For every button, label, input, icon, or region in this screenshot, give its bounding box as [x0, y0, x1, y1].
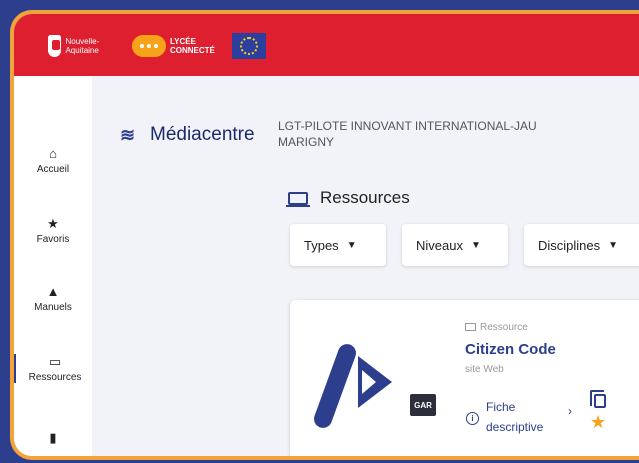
chevron-down-icon: ▼ — [346, 239, 357, 251]
mediacentre-logo-icon: ≋ — [120, 124, 136, 145]
fiche-descriptive-link[interactable]: Fiche descriptive — [486, 397, 566, 437]
resource-type: Ressource — [465, 322, 528, 333]
region-logo-text: Nouvelle-Aquitaine — [65, 37, 100, 55]
section-header: Ressources — [286, 188, 410, 208]
filter-label: Disciplines — [538, 237, 601, 253]
graduation-cap-icon: ▲ — [46, 284, 60, 299]
brand-title: Médiacentre — [150, 124, 255, 145]
resource-card[interactable]: GAR Ressource Citizen Code site Web i Fi… — [290, 300, 639, 456]
sidebar-item-label: Ressources — [28, 372, 82, 383]
main-content: ≋ Médiacentre LGT-PILOTE INNOVANT INTERN… — [92, 76, 639, 456]
speech-bubble-icon — [132, 35, 166, 57]
region-shield-icon — [48, 35, 62, 57]
lycee-connecte-logo[interactable]: LYCÉE CONNECTÉ — [132, 34, 220, 58]
region-logo[interactable]: Nouvelle-Aquitaine — [48, 34, 122, 58]
sidebar-item-ressources[interactable]: ▭ Ressources — [14, 354, 94, 383]
filter-types[interactable]: Types ▼ — [290, 224, 386, 266]
home-icon: ⌂ — [49, 146, 57, 161]
school-name-line1: LGT-PILOTE INNOVANT INTERNATIONAL-JAU — [278, 119, 537, 133]
citizen-code-logo-chevron — [358, 356, 392, 408]
citizen-code-logo-slash — [311, 341, 359, 431]
lycee-logo-line1: LYCÉE — [170, 37, 196, 46]
resource-type-label: Ressource — [480, 322, 528, 333]
filter-niveaux[interactable]: Niveaux ▼ — [402, 224, 508, 266]
chevron-right-icon[interactable]: › — [568, 404, 572, 418]
sidebar-item-label: Favoris — [36, 234, 70, 245]
info-icon[interactable]: i — [466, 412, 479, 425]
laptop-icon — [286, 191, 310, 207]
sidebar-item-manuels[interactable]: ▲ Manuels — [14, 284, 92, 313]
chevron-down-icon: ▼ — [608, 239, 619, 251]
section-title: Ressources — [320, 188, 410, 207]
sidebar-item-bookmark[interactable]: ▮ — [14, 430, 92, 448]
resource-subtitle: site Web — [465, 364, 504, 375]
favorite-star-icon[interactable]: ★ — [590, 412, 606, 433]
filter-label: Niveaux — [416, 237, 463, 253]
copy-icon[interactable] — [590, 390, 606, 408]
chevron-down-icon: ▼ — [470, 239, 481, 251]
sidebar-item-accueil[interactable]: ⌂ Accueil — [14, 146, 92, 175]
star-icon: ★ — [47, 216, 59, 231]
school-name: LGT-PILOTE INNOVANT INTERNATIONAL-JAU MA… — [278, 118, 639, 150]
resource-title[interactable]: Citizen Code — [465, 341, 556, 358]
lycee-logo-line2: CONNECTÉ — [170, 46, 215, 55]
app-frame: Nouvelle-Aquitaine LYCÉE CONNECTÉ ⌂ Accu… — [10, 10, 639, 460]
filter-disciplines[interactable]: Disciplines ▼ — [524, 224, 639, 266]
sidebar-item-label: Manuels — [34, 302, 72, 313]
sidebar: ⌂ Accueil ★ Favoris ▲ Manuels ▭ Ressourc… — [14, 76, 92, 456]
eu-stars-icon — [240, 37, 258, 55]
eu-flag-logo — [232, 33, 266, 59]
laptop-icon: ▭ — [48, 354, 62, 369]
sidebar-item-favoris[interactable]: ★ Favoris — [14, 216, 92, 245]
gar-badge: GAR — [410, 394, 436, 416]
filter-label: Types — [304, 237, 339, 253]
school-name-line2: MARIGNY — [278, 135, 335, 149]
bookmark-icon: ▮ — [49, 430, 57, 445]
header-bar: Nouvelle-Aquitaine LYCÉE CONNECTÉ — [14, 14, 639, 76]
laptop-icon — [465, 323, 476, 332]
sidebar-item-label: Accueil — [36, 164, 70, 175]
brand: ≋ Médiacentre — [120, 124, 255, 146]
